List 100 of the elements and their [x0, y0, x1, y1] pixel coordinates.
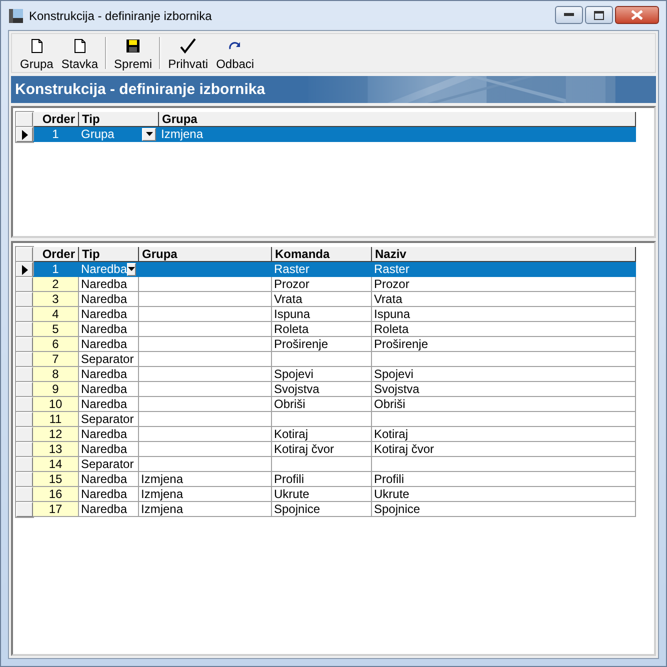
table-cell: Kotiraj: [372, 427, 636, 442]
table-cell: 3: [33, 292, 79, 307]
document-icon: [74, 38, 86, 52]
caret-icon: [146, 132, 152, 136]
redo-arrow-icon: [228, 40, 242, 50]
column-header[interactable]: Order: [33, 112, 79, 127]
close-button[interactable]: [615, 6, 659, 24]
caret-icon: [128, 267, 136, 271]
check-mark-icon: [180, 38, 196, 54]
table-cell: 8: [33, 367, 79, 382]
table-cell: Spojevi: [272, 367, 372, 382]
table-cell: 7: [33, 352, 79, 367]
table-cell: 11: [33, 412, 79, 427]
table-cell: Raster: [272, 262, 372, 277]
table-cell: Naredba: [79, 367, 139, 382]
table-cell: 10: [33, 397, 79, 412]
column-header[interactable]: Tip: [79, 112, 159, 127]
table-cell: Profili: [272, 472, 372, 487]
table-cell: Naredba: [79, 442, 139, 457]
table-cell: Ukrute: [272, 487, 372, 502]
table-cell: 1: [33, 127, 79, 142]
table-cell: Ispuna: [272, 307, 372, 322]
column-header[interactable]: Tip: [79, 247, 139, 262]
column-header[interactable]: Grupa: [139, 247, 272, 262]
table-cell: 5: [33, 322, 79, 337]
table-cell: Roleta: [372, 322, 636, 337]
table-cell: 15: [33, 472, 79, 487]
column-header[interactable]: Order: [33, 247, 79, 262]
table-cell: 12: [33, 427, 79, 442]
row-selector[interactable]: [16, 127, 33, 142]
row-pointer-icon: [22, 264, 28, 274]
app-icon: [8, 8, 24, 24]
toolbar-button[interactable]: Prihvati: [164, 35, 212, 71]
selected-row[interactable]: 1 Grupa Izmjena: [16, 127, 636, 142]
table-cell: Naredba: [79, 307, 139, 322]
close-icon: [631, 10, 643, 20]
table-cell: Separator: [79, 457, 139, 472]
table-cell: Naredba: [79, 382, 139, 397]
table-cell: 16: [33, 487, 79, 502]
column-header[interactable]: Komanda: [272, 247, 372, 262]
table-cell: Svojstva: [272, 382, 372, 397]
corner-cell: [16, 247, 33, 262]
table-cell: Naredba: [79, 487, 139, 502]
table-cell: Obriši: [372, 397, 636, 412]
table-cell: 13: [33, 442, 79, 457]
table-cell: Kotiraj: [272, 427, 372, 442]
table-cell: Proširenje: [372, 337, 636, 352]
corner-cell: [16, 112, 33, 127]
window-title: Konstrukcija - definiranje izbornika: [29, 8, 213, 22]
table-cell: Naredba: [79, 397, 139, 412]
maximize-icon: [594, 10, 604, 20]
dropdown-button[interactable]: [142, 128, 156, 140]
toolbar-button[interactable]: Stavka: [57, 35, 102, 71]
table-cell: Izmjena: [139, 502, 272, 517]
table-cell: Prozor: [372, 277, 636, 292]
table-cell: Spojevi: [372, 367, 636, 382]
table-cell: Naredba: [79, 337, 139, 352]
table-cell: Separator: [79, 412, 139, 427]
table-cell: 9: [33, 382, 79, 397]
table-cell: Naredba: [79, 502, 139, 517]
table-cell: 17: [33, 502, 79, 517]
table-cell: Ispuna: [372, 307, 636, 322]
table-cell: Vrata: [272, 292, 372, 307]
selected-row[interactable]: 1 Naredba Raster Raster: [16, 262, 636, 277]
maximize-button[interactable]: [585, 6, 613, 24]
table-cell: Vrata: [372, 292, 636, 307]
minimize-icon: [564, 13, 574, 17]
toolbar-button[interactable]: Odbaci: [212, 35, 258, 71]
table-cell: Naredba: [79, 322, 139, 337]
table-cell: Separator: [79, 352, 139, 367]
table-cell: 4: [33, 307, 79, 322]
table-cell: Raster: [372, 262, 636, 277]
table-cell: 6: [33, 337, 79, 352]
toolbar-button[interactable]: Grupa: [16, 35, 58, 71]
table-cell: Naredba: [79, 277, 139, 292]
row-selector[interactable]: [16, 262, 33, 277]
table-cell: Roleta: [272, 322, 372, 337]
table-cell: Profili: [372, 472, 636, 487]
table-cell: Kotiraj čvor: [372, 442, 636, 457]
minimize-button[interactable]: [555, 6, 583, 24]
table-cell: Ukrute: [372, 487, 636, 502]
document-icon: [30, 38, 43, 52]
column-header[interactable]: Grupa: [159, 112, 636, 127]
table-cell: 2: [33, 277, 79, 292]
table-cell: Naredba: [79, 292, 139, 307]
dropdown-button[interactable]: [127, 262, 136, 276]
table-cell: Spojnice: [272, 502, 372, 517]
table-cell: Prozor: [272, 277, 372, 292]
table-cell: Izmjena: [139, 472, 272, 487]
table-cell: Svojstva: [372, 382, 636, 397]
toolbar-button[interactable]: Spremi: [110, 35, 156, 71]
column-header[interactable]: Naziv: [372, 247, 636, 262]
table-cell: Spojnice: [372, 502, 636, 517]
table-cell: Obriši: [272, 397, 372, 412]
table-cell: 14: [33, 457, 79, 472]
row-pointer-icon: [22, 130, 28, 140]
table-cell: Izmjena: [159, 127, 636, 142]
table-cell: Grupa: [81, 127, 114, 141]
table-cell: Naredba: [79, 427, 139, 442]
table-cell: Proširenje: [272, 337, 372, 352]
